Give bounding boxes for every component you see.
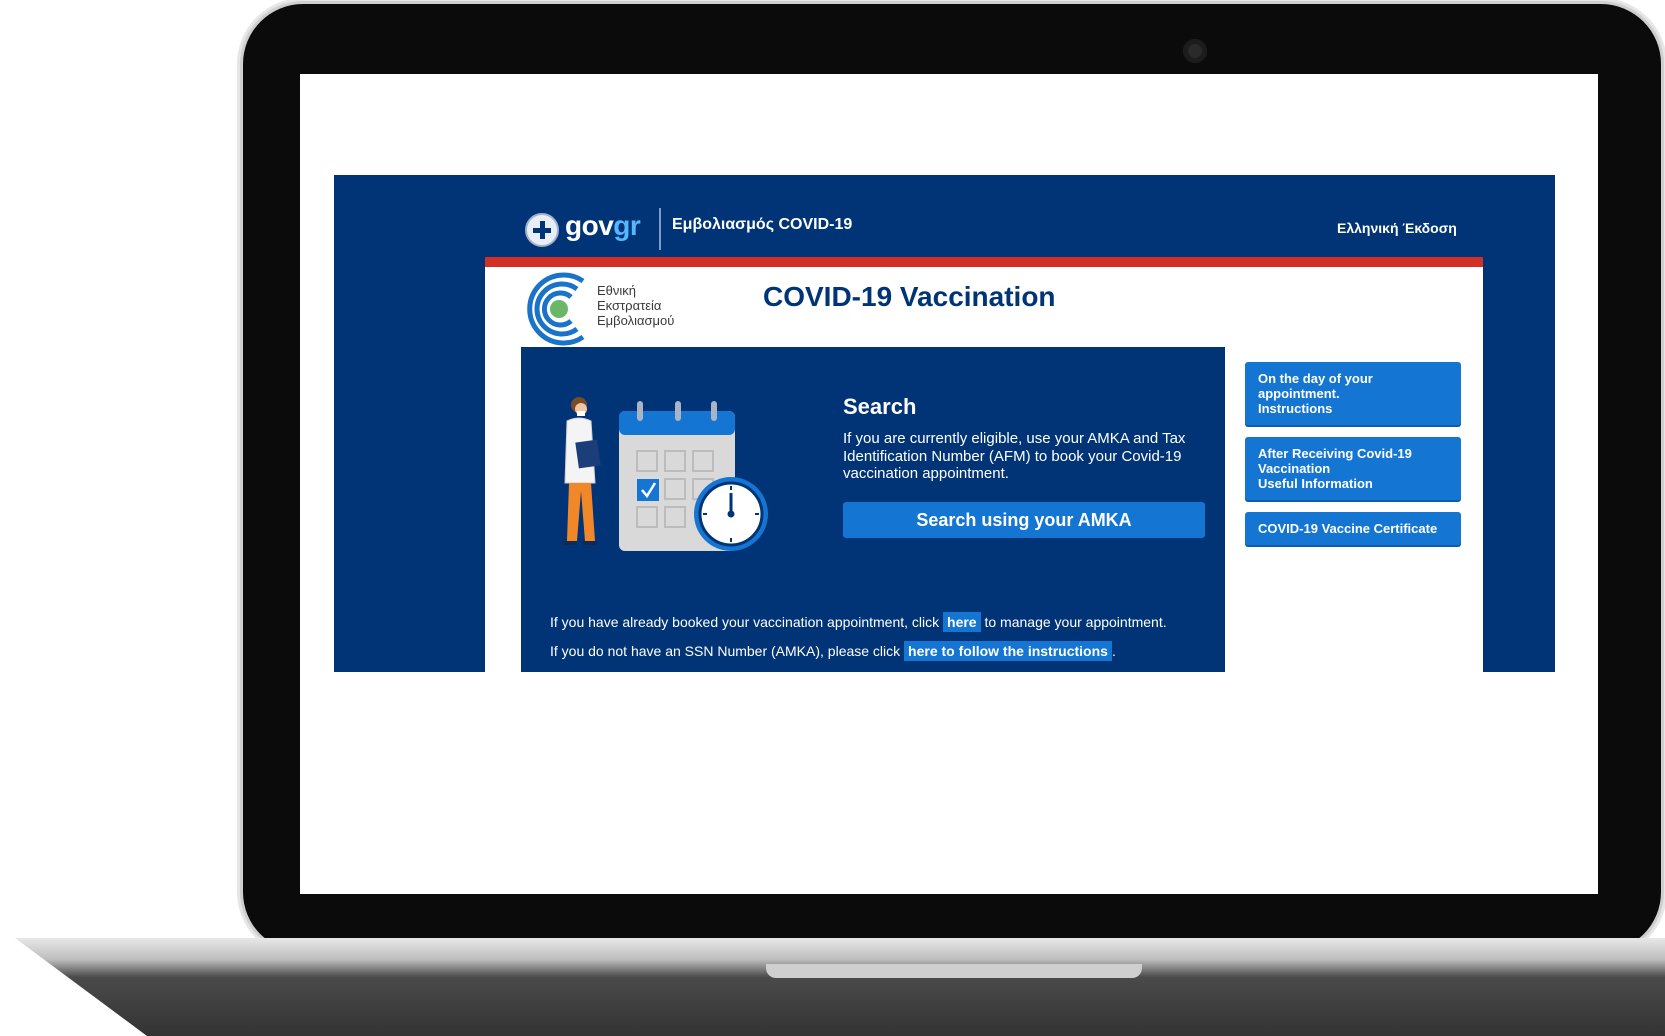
no-amka-note: If you do not have an SSN Number (AMKA),… <box>550 641 1116 661</box>
header-divider <box>659 208 661 250</box>
side-button-line: On the day of your <box>1258 371 1373 386</box>
laptop-screen: govgr Εμβολιασμός COVID-19 Ελληνική Έκδο… <box>300 74 1598 894</box>
search-card: Search If you are currently eligible, us… <box>521 347 1225 672</box>
side-button-line: appointment. <box>1258 386 1340 401</box>
side-button-line: After Receiving Covid-19 <box>1258 446 1412 461</box>
page-title: COVID-19 Vaccination <box>763 281 1056 312</box>
laptop-base <box>15 938 1665 1036</box>
govgr-logo-gr: gr <box>613 210 641 241</box>
search-description: If you are currently eligible, use your … <box>843 430 1186 482</box>
campaign-logo-line: Εθνική <box>597 283 637 298</box>
side-button-line: COVID-19 Vaccine Certificate <box>1258 521 1438 536</box>
manage-appointment-link[interactable]: here <box>943 612 981 632</box>
no-amka-instructions-link[interactable]: here to follow the instructions <box>904 641 1112 661</box>
side-links: On the day of your appointment. Instruct… <box>1245 362 1461 557</box>
language-switch-link[interactable]: Ελληνική Έκδοση <box>1337 220 1457 236</box>
note-text: to manage your appointment. <box>980 614 1167 630</box>
campaign-logo-line: Εμβολιασμού <box>597 313 675 328</box>
webcam-icon <box>1183 39 1207 63</box>
note-text: . <box>1111 643 1116 659</box>
clock-icon <box>694 477 768 551</box>
search-title: Search <box>843 394 917 419</box>
manage-appointment-note: If you have already booked your vaccinat… <box>550 612 1167 632</box>
service-title: Εμβολιασμός COVID-19 <box>672 216 853 233</box>
doctor-calendar-illustration <box>563 397 768 551</box>
campaign-logo-line: Εκστρατεία <box>597 298 662 313</box>
checkmark-icon <box>637 479 659 501</box>
doctor-illustration-icon <box>563 397 601 545</box>
vaccine-certificate-button[interactable]: COVID-19 Vaccine Certificate <box>1245 512 1461 545</box>
campaign-logo: Εθνική Εκστρατεία Εμβολιασμού <box>521 271 681 347</box>
vaccination-site: govgr Εμβολιασμός COVID-19 Ελληνική Έκδο… <box>334 175 1555 672</box>
greek-emblem-icon <box>525 213 559 247</box>
campaign-rings-icon <box>527 272 585 346</box>
main-content-panel: Εθνική Εκστρατεία Εμβολιασμού COVID-19 V… <box>485 257 1483 672</box>
appointment-day-instructions-button[interactable]: On the day of your appointment. Instruct… <box>1245 362 1461 425</box>
side-button-line: Vaccination <box>1258 461 1331 476</box>
govgr-logo[interactable]: govgr <box>565 210 641 242</box>
note-text: If you have already booked your vaccinat… <box>550 614 944 630</box>
after-vaccination-info-button[interactable]: After Receiving Covid-19 Vaccination Use… <box>1245 437 1461 500</box>
govgr-logo-gov: gov <box>565 210 614 241</box>
laptop-notch <box>766 964 1142 978</box>
campaign-logo-text: Εθνική Εκστρατεία Εμβολιασμού <box>597 283 674 328</box>
side-button-line: Instructions <box>1258 401 1333 416</box>
note-text: If you do not have an SSN Number (AMKA),… <box>550 643 905 659</box>
side-button-line: Useful Information <box>1258 476 1373 491</box>
gov-header: govgr Εμβολιασμός COVID-19 Ελληνική Έκδο… <box>334 175 1555 259</box>
search-amka-button[interactable]: Search using your AMKA <box>843 502 1205 538</box>
